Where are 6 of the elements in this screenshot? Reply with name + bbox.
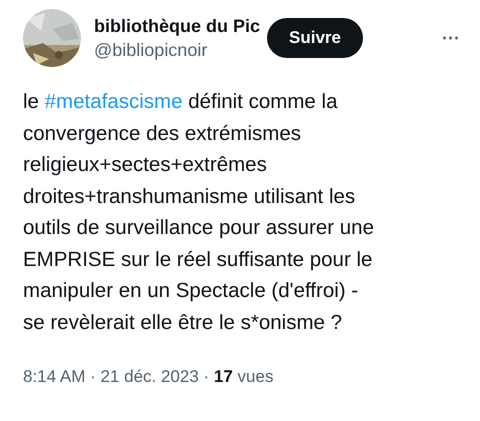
follow-button[interactable]: Suivre xyxy=(267,18,363,58)
post-meta: 8:14 AM · 21 déc. 2023 · 17 vues xyxy=(23,366,274,388)
author-handle[interactable]: @bibliopicnoir xyxy=(94,38,260,62)
more-button[interactable]: ··· xyxy=(442,24,460,52)
author-name[interactable]: bibliothèque du Pic xyxy=(94,14,260,38)
post-text: le #metafascisme définit comme la convergence des extrémismes religieux+sectes+extrêmes droites+transhumanisme utilisant les outils de surveillance pour assurer une EMPRISE sur le réel suffisante pour le manipuler en un Spectacle (d'effroi) - se revèlerait elle être le s*onisme ? xyxy=(23,89,375,336)
